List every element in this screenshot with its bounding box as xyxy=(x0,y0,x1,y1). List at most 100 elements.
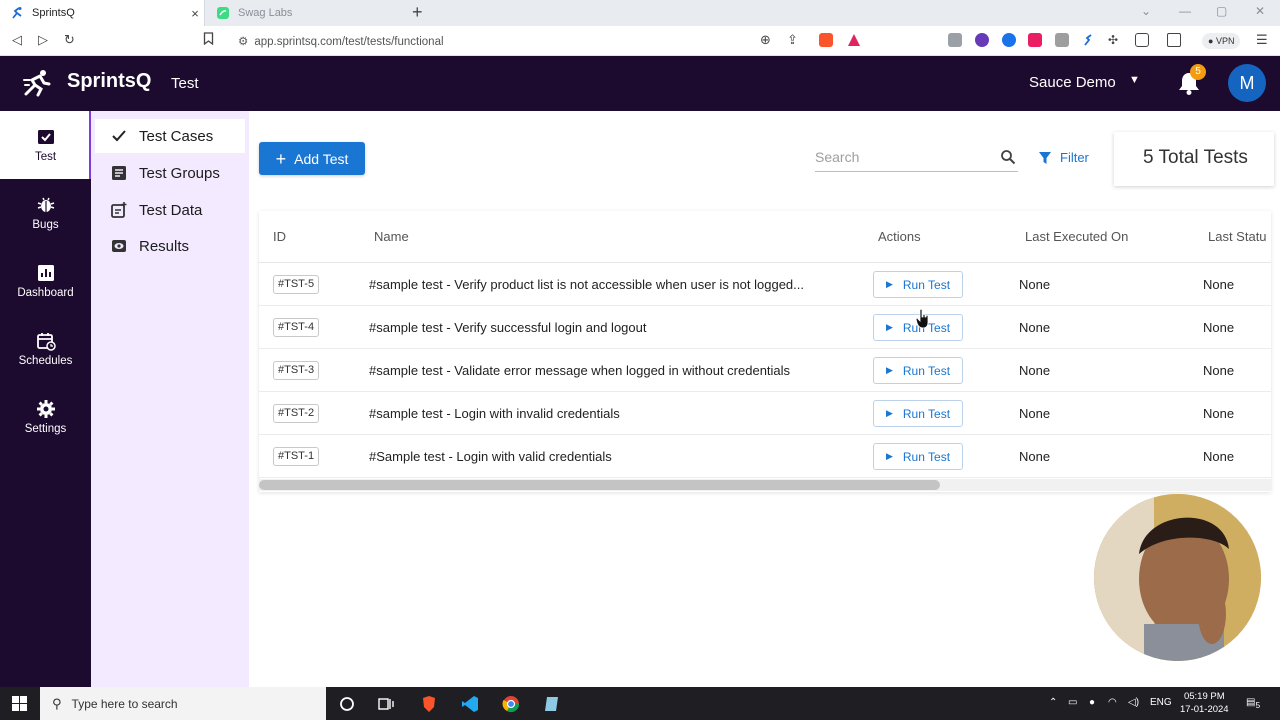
search-input[interactable] xyxy=(815,144,990,170)
last-status-value: None xyxy=(1203,320,1235,335)
browser-menu-icon[interactable]: ☰ xyxy=(1256,32,1268,48)
bookmark-icon[interactable] xyxy=(203,32,214,48)
maximize-icon[interactable]: ▢ xyxy=(1216,4,1227,18)
filter-button[interactable]: Filter xyxy=(1038,150,1089,165)
brave-shield-icon[interactable] xyxy=(819,33,833,47)
test-name[interactable]: #sample test - Validate error message wh… xyxy=(369,363,790,378)
eye-icon xyxy=(111,238,127,254)
rail-item-bugs[interactable]: Bugs xyxy=(0,179,91,247)
table-row[interactable]: #TST-1 #Sample test - Login with valid c… xyxy=(259,435,1271,478)
browser-tab-sprintsq[interactable]: SprintsQ × xyxy=(0,0,205,26)
module-name: Test xyxy=(171,75,199,92)
extension-icon[interactable] xyxy=(1002,33,1016,47)
app-icon[interactable] xyxy=(543,695,561,713)
table-row[interactable]: #TST-3 #sample test - Validate error mes… xyxy=(259,349,1271,392)
zoom-icon[interactable]: ⊕ xyxy=(760,32,771,48)
back-icon[interactable]: ◁ xyxy=(12,32,22,48)
table-row[interactable]: #TST-2 #sample test - Login with invalid… xyxy=(259,392,1271,435)
window-close-icon[interactable]: ✕ xyxy=(1255,4,1265,18)
column-header-last-executed[interactable]: Last Executed On xyxy=(1025,229,1128,244)
subnav-label: Results xyxy=(139,237,190,255)
wallet-icon[interactable] xyxy=(1167,33,1181,47)
test-name[interactable]: #sample test - Login with invalid creden… xyxy=(369,406,620,421)
vpn-button[interactable]: ● VPN xyxy=(1202,33,1241,49)
test-name[interactable]: #sample test - Verify product list is no… xyxy=(369,277,804,292)
rail-item-settings[interactable]: Settings xyxy=(0,383,91,451)
extension-icon[interactable] xyxy=(1055,33,1069,47)
total-tests-label: 5 Total Tests xyxy=(1143,147,1248,168)
table-row[interactable]: #TST-4 #sample test - Verify successful … xyxy=(259,306,1271,349)
chrome-icon[interactable] xyxy=(502,695,520,713)
extension-icon[interactable] xyxy=(975,33,989,47)
subnav-item-test-cases[interactable]: Test Cases xyxy=(95,119,245,153)
user-avatar[interactable]: M xyxy=(1228,64,1266,102)
browser-tab-bar: SprintsQ × Swag Labs + ⌄ — ▢ ✕ xyxy=(0,0,1280,26)
rail-item-schedules[interactable]: Schedules xyxy=(0,315,91,383)
table-row[interactable]: #TST-5 #sample test - Verify product lis… xyxy=(259,263,1271,306)
show-hidden-icons-icon[interactable]: ⌃ xyxy=(1049,697,1057,708)
site-info-icon[interactable]: ⚙ xyxy=(238,36,248,48)
column-header-last-status[interactable]: Last Statu xyxy=(1208,229,1267,244)
minimize-icon[interactable]: — xyxy=(1179,4,1191,18)
run-test-button[interactable]: ▶ Run Test xyxy=(873,357,963,384)
reload-icon[interactable]: ↻ xyxy=(64,32,75,48)
test-name[interactable]: #Sample test - Login with valid credenti… xyxy=(369,449,612,464)
close-tab-icon[interactable]: × xyxy=(186,6,204,21)
horizontal-scrollbar-thumb[interactable] xyxy=(259,480,940,490)
clock-time: 05:19 PM xyxy=(1183,691,1225,702)
language-indicator[interactable]: ENG xyxy=(1150,697,1172,708)
address-bar[interactable]: ⚙ app.sprintsq.com/test/tests/functional xyxy=(238,34,444,48)
cortana-icon[interactable] xyxy=(338,695,356,713)
share-icon[interactable]: ⇪ xyxy=(787,32,798,48)
vscode-icon[interactable] xyxy=(461,695,479,713)
search-icon[interactable] xyxy=(1000,149,1016,165)
play-icon: ▶ xyxy=(885,279,893,289)
clock[interactable]: 05:19 PM 17-01-2024 xyxy=(1180,690,1229,716)
wifi-icon[interactable]: ◠ xyxy=(1108,697,1117,708)
total-tests-card: 5 Total Tests xyxy=(1114,132,1274,186)
microphone-icon[interactable]: ● xyxy=(1089,697,1095,708)
filter-icon xyxy=(1039,151,1051,164)
brave-browser-icon[interactable] xyxy=(420,695,438,713)
extensions-puzzle-icon[interactable]: ✣ xyxy=(1108,33,1122,47)
browser-tab-swag-labs[interactable]: Swag Labs xyxy=(206,0,402,26)
add-test-label: Add Test xyxy=(294,150,349,167)
vpn-label: VPN xyxy=(1215,36,1235,46)
table-header: ID Name Actions Last Executed On Last St… xyxy=(259,211,1271,263)
forward-icon[interactable]: ▷ xyxy=(38,32,48,48)
test-name[interactable]: #sample test - Verify successful login a… xyxy=(369,320,646,335)
rail-item-test[interactable]: Test xyxy=(0,111,91,179)
last-executed-value: None xyxy=(1019,320,1051,335)
extension-icon[interactable] xyxy=(948,33,962,47)
chevron-down-icon[interactable]: ▼ xyxy=(1129,74,1140,86)
column-header-id[interactable]: ID xyxy=(273,229,286,244)
bug-icon xyxy=(36,195,56,215)
windows-start-icon[interactable] xyxy=(12,696,27,711)
taskbar-search[interactable]: ⚲ Type here to search xyxy=(40,687,326,720)
column-header-name[interactable]: Name xyxy=(374,229,409,244)
subnav-item-test-groups[interactable]: Test Groups xyxy=(95,156,245,190)
subnav-item-results[interactable]: Results xyxy=(95,229,245,263)
volume-icon[interactable]: ◁) xyxy=(1128,697,1139,708)
add-test-button[interactable]: + Add Test xyxy=(259,142,365,175)
sidebar-icon[interactable] xyxy=(1135,33,1149,47)
rail-label: Dashboard xyxy=(17,287,74,299)
task-view-icon[interactable] xyxy=(377,695,395,713)
battery-icon[interactable]: ▭ xyxy=(1068,697,1077,708)
subnav-item-test-data[interactable]: Test Data xyxy=(95,193,245,227)
brave-rewards-icon[interactable] xyxy=(847,33,861,47)
app-header: SprintsQ Test Sauce Demo ▼ 5 M xyxy=(0,56,1280,111)
new-tab-button[interactable]: + xyxy=(412,2,423,23)
url-text: app.sprintsq.com/test/tests/functional xyxy=(254,36,444,48)
run-test-button[interactable]: ▶ Run Test xyxy=(873,271,963,298)
run-test-button[interactable]: ▶ Run Test xyxy=(873,443,963,470)
extension-icon[interactable] xyxy=(1028,33,1042,47)
run-test-button[interactable]: ▶ Run Test xyxy=(873,400,963,427)
tab-search-icon[interactable]: ⌄ xyxy=(1141,4,1151,18)
project-selector[interactable]: Sauce Demo xyxy=(1029,74,1116,91)
rail-item-dashboard[interactable]: Dashboard xyxy=(0,247,91,315)
search-field xyxy=(815,144,1018,172)
notifications-icon[interactable]: ▤5 xyxy=(1246,697,1260,710)
swag-labs-favicon-icon xyxy=(216,6,230,20)
sprintsq-extension-icon[interactable] xyxy=(1082,33,1096,47)
